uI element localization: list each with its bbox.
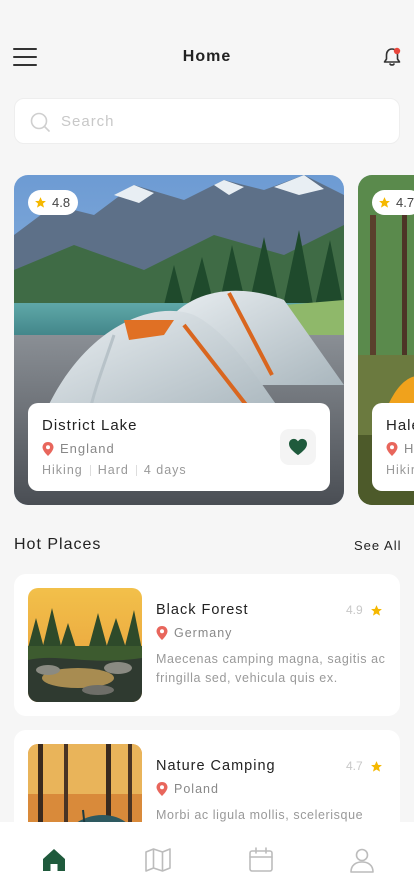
divider <box>89 464 91 476</box>
bell-icon <box>383 47 401 66</box>
location-pin-icon <box>156 782 168 796</box>
nav-map[interactable] <box>144 846 172 874</box>
place-rating: 4.7 <box>346 759 383 773</box>
divider <box>135 464 137 476</box>
card-meta: Hiking Hard 4 days <box>42 463 187 477</box>
notification-button[interactable] <box>381 46 403 68</box>
place-title: Black Forest <box>156 602 249 618</box>
see-all-link[interactable]: See All <box>354 538 401 553</box>
place-thumbnail <box>28 588 142 702</box>
place-description: Maecenas camping magna, sagitis ac fring… <box>156 652 386 685</box>
rating-value: 4.7 <box>396 195 414 210</box>
place-title: Nature Camping <box>156 758 276 774</box>
place-rating: 4.9 <box>346 603 383 617</box>
star-icon <box>370 760 382 772</box>
card-title: Hale <box>386 417 414 434</box>
bottom-nav <box>0 822 414 896</box>
rating-badge: 4.7 <box>372 190 414 215</box>
location-pin-icon <box>386 441 398 456</box>
rating-value: 4.9 <box>346 603 363 617</box>
profile-icon <box>350 848 374 873</box>
star-icon <box>35 197 46 208</box>
calendar-icon <box>249 847 273 872</box>
card-info: District Lake England Hiking Hard 4 days <box>28 403 330 491</box>
forest-river-image <box>28 588 142 702</box>
card-title: District Lake <box>42 417 138 434</box>
heart-icon <box>289 438 307 456</box>
favorite-button[interactable] <box>280 429 316 465</box>
card-info: Hale H Hikin <box>372 403 414 491</box>
nav-calendar[interactable] <box>247 846 275 874</box>
search-input[interactable] <box>61 99 381 143</box>
search-bar[interactable] <box>14 98 400 144</box>
activity-label: Hiking <box>42 463 83 477</box>
home-icon <box>43 849 65 871</box>
notification-dot <box>393 47 401 55</box>
rating-value: 4.8 <box>52 195 71 210</box>
map-icon <box>145 848 171 872</box>
duration-label: 4 days <box>143 463 187 477</box>
place-location: Germany <box>156 626 232 640</box>
place-location: Poland <box>156 782 219 796</box>
search-icon <box>30 112 50 132</box>
page-title: Home <box>182 48 232 65</box>
activity-label: Hikin <box>386 463 414 477</box>
nav-home[interactable] <box>40 846 68 874</box>
card-location: England <box>42 441 115 456</box>
location-label: Germany <box>174 626 233 640</box>
place-card[interactable]: Black Forest 4.9 Germany Maecenas campin… <box>14 574 400 716</box>
app-header: Home <box>0 38 414 78</box>
featured-card[interactable]: 4.7 Hale H Hikin <box>358 175 414 505</box>
rating-badge: 4.8 <box>28 190 79 215</box>
section-title: Hot Places <box>14 536 102 553</box>
card-meta: Hikin <box>386 463 414 477</box>
card-location: H <box>386 441 414 456</box>
rating-value: 4.7 <box>346 759 363 773</box>
location-label: England <box>60 441 115 456</box>
star-icon <box>379 197 390 208</box>
nav-profile[interactable] <box>348 846 376 874</box>
location-label: H <box>404 441 414 456</box>
star-icon <box>370 604 382 616</box>
difficulty-label: Hard <box>97 463 129 477</box>
location-pin-icon <box>156 626 168 640</box>
featured-card[interactable]: 4.8 District Lake England Hiking Hard 4 … <box>14 175 344 505</box>
location-pin-icon <box>42 441 54 456</box>
location-label: Poland <box>174 782 219 796</box>
